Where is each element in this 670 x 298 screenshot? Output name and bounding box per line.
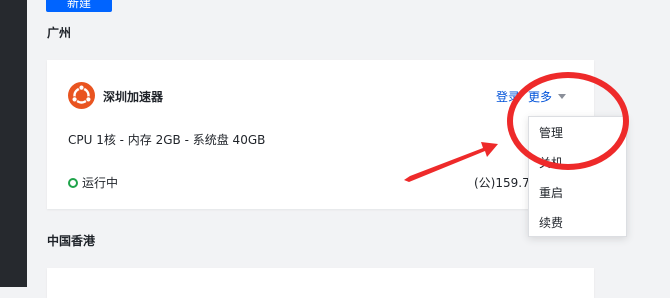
chevron-down-icon xyxy=(558,94,567,99)
menu-item-shutdown[interactable]: 关机 xyxy=(539,154,563,171)
server-spec: CPU 1核 - 内存 2GB - 系统盘 40GB xyxy=(68,133,266,147)
status-dot-icon xyxy=(68,177,78,188)
server-card-hongkong xyxy=(47,268,594,298)
login-link[interactable]: 登录 xyxy=(496,88,520,105)
region-title-hongkong: 中国香港 xyxy=(47,234,96,248)
more-dropdown-menu: 管理 关机 重启 续费 xyxy=(528,116,627,237)
new-button[interactable]: 新建 xyxy=(46,0,112,12)
server-card: 深圳加速器 登录 更多 CPU 1核 - 内存 2GB - 系统盘 40GB 运… xyxy=(47,60,594,209)
menu-item-renew[interactable]: 续费 xyxy=(539,214,563,231)
status-text: 运行中 xyxy=(82,176,119,190)
menu-item-manage[interactable]: 管理 xyxy=(539,124,563,141)
more-dropdown-trigger[interactable]: 更多 xyxy=(528,88,567,105)
menu-item-restart[interactable]: 重启 xyxy=(539,184,563,201)
server-status: 运行中 xyxy=(68,174,118,191)
left-sidebar xyxy=(0,0,27,287)
ubuntu-icon xyxy=(68,82,95,109)
more-label: 更多 xyxy=(528,90,553,104)
server-name[interactable]: 深圳加速器 xyxy=(103,88,163,105)
region-title-guangzhou: 广州 xyxy=(47,26,72,40)
